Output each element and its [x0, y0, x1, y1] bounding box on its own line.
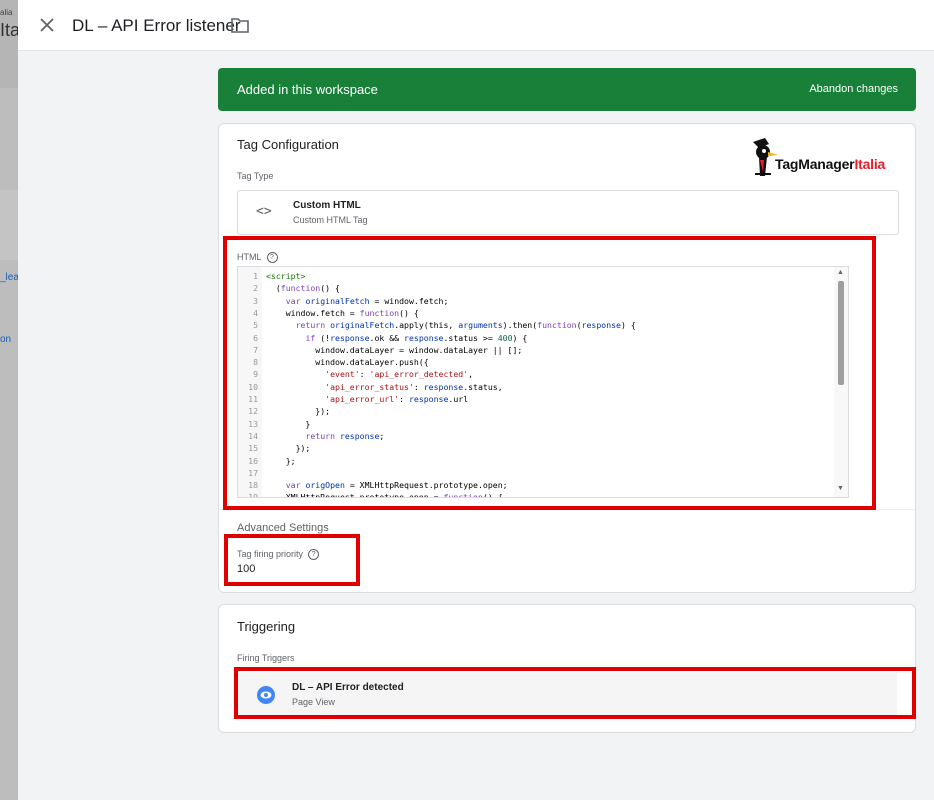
banner-text: Added in this workspace: [237, 82, 378, 97]
card-title: Triggering: [237, 619, 296, 634]
folder-icon[interactable]: [230, 16, 250, 34]
tagmanageritalia-logo: TagManagerItalia: [745, 136, 905, 182]
advanced-settings-label[interactable]: Advanced Settings: [237, 522, 329, 534]
logo-text: TagManagerItalia: [775, 156, 886, 172]
highlight-box-html: [223, 236, 876, 510]
workspace-banner: Added in this workspace Abandon changes: [218, 68, 916, 111]
highlight-box-trigger: [234, 667, 916, 719]
tag-type-label: Tag Type: [237, 171, 274, 181]
tag-editor-panel: DL – API Error listener Added in this wo…: [18, 0, 934, 800]
woodpecker-logo-icon: [753, 138, 778, 176]
background-app: alia Ita _lea on: [0, 0, 18, 800]
code-brackets-icon: <>: [256, 204, 272, 219]
bg-link: on: [0, 334, 12, 345]
tag-type-name: Custom HTML: [293, 200, 361, 211]
firing-triggers-label: Firing Triggers: [237, 653, 295, 663]
abandon-changes-button[interactable]: Abandon changes: [809, 83, 898, 95]
close-icon[interactable]: [36, 14, 58, 36]
bg-text: Ita: [0, 20, 18, 40]
card-title: Tag Configuration: [237, 137, 339, 152]
top-bar: DL – API Error listener: [18, 0, 934, 51]
bg-text: alia: [0, 8, 13, 17]
highlight-box-priority: [224, 534, 360, 586]
tag-type-subtitle: Custom HTML Tag: [293, 215, 368, 225]
tag-name-title[interactable]: DL – API Error listener: [72, 16, 241, 36]
bg-link: _lea: [0, 272, 18, 283]
bg-band: [0, 190, 18, 260]
tag-type-selector[interactable]: <> Custom HTML Custom HTML Tag: [237, 190, 899, 235]
